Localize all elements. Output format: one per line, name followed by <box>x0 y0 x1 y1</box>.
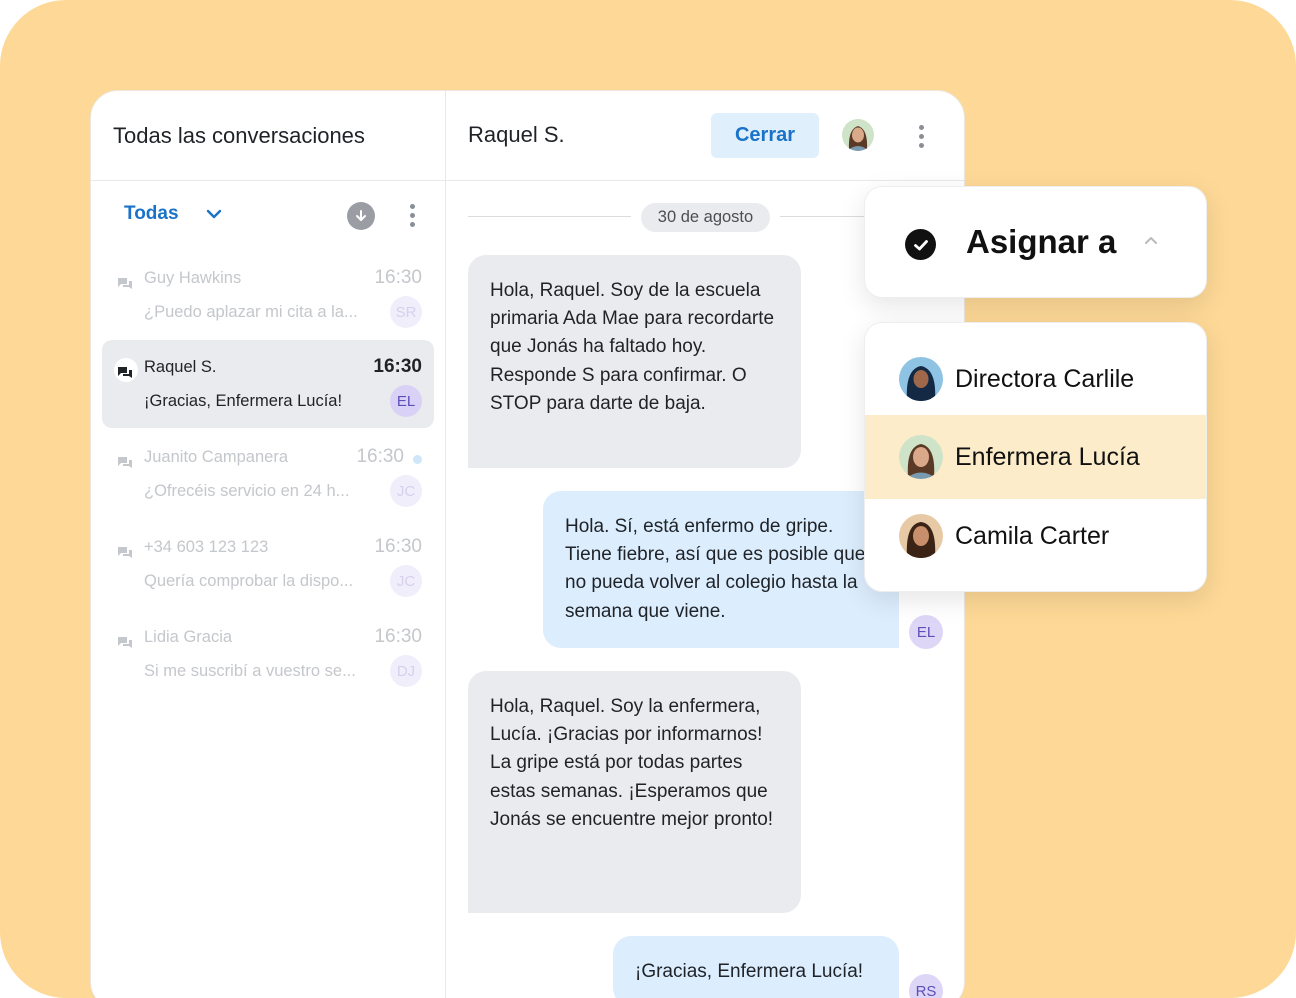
page-title: Todas las conversaciones <box>113 122 365 148</box>
assignee-option-selected[interactable]: Enfermera Lucía <box>865 415 1206 499</box>
avatar[interactable] <box>842 119 874 151</box>
conversation-preview: Quería comprobar la dispo... <box>144 572 354 590</box>
date-divider-line <box>780 216 870 217</box>
message-incoming: Hola, Raquel. Soy la enfermera, Lucía. ¡… <box>468 671 801 913</box>
conversation-item[interactable]: Guy Hawkins 16:30 ¿Puedo aplazar mi cita… <box>102 251 434 339</box>
assign-title: Asignar a <box>966 223 1117 260</box>
chat-title: Raquel S. <box>468 122 565 147</box>
chat-icon <box>118 457 132 468</box>
chat-icon <box>118 367 132 378</box>
conversation-name: Guy Hawkins <box>144 269 242 287</box>
assignee-badge: EL <box>390 385 422 417</box>
assignee-list: Directora Carlile Enfermera Lucía Camila… <box>864 322 1207 592</box>
chat-header: Raquel S. Cerrar <box>446 91 964 181</box>
conversation-name: Lidia Gracia <box>144 628 233 646</box>
assignee-name: Camila Carter <box>955 521 1110 550</box>
download-icon[interactable] <box>347 202 375 230</box>
assignee-option[interactable]: Camila Carter <box>865 494 1206 578</box>
message-incoming: Hola, Raquel. Soy de la escuela primaria… <box>468 255 801 468</box>
unread-indicator <box>413 455 422 464</box>
message-outgoing: ¡Gracias, Enfermera Lucía! <box>613 936 899 998</box>
conversation-preview: ¿Ofrecéis servicio en 24 h... <box>144 482 350 500</box>
chat-icon <box>118 278 132 289</box>
conversation-preview: ¿Puedo aplazar mi cita a la... <box>144 303 358 321</box>
assignee-badge: JC <box>390 565 422 597</box>
close-button[interactable]: Cerrar <box>711 113 819 158</box>
assignee-name: Directora Carlile <box>955 364 1135 393</box>
more-vert-icon[interactable] <box>918 125 924 148</box>
conversation-time: 16:30 <box>374 267 422 288</box>
conversation-list-pane: Todas las conversaciones Todas Guy Hawki… <box>91 91 446 998</box>
assignee-badge: DJ <box>390 655 422 687</box>
assignee-name: Enfermera Lucía <box>955 442 1140 471</box>
conversation-item[interactable]: Lidia Gracia 16:30 Si me suscribí a vues… <box>102 610 434 698</box>
check-circle-icon <box>905 229 936 260</box>
sender-badge: EL <box>909 615 943 649</box>
avatar <box>899 357 943 401</box>
avatar <box>899 435 943 479</box>
more-vert-icon[interactable] <box>409 204 415 227</box>
assignee-badge: SR <box>390 296 422 328</box>
conversation-name: +34 603 123 123 <box>144 538 269 556</box>
avatar <box>899 514 943 558</box>
message-outgoing: Hola. Sí, está enfermo de gripe. Tiene f… <box>543 491 899 648</box>
sender-badge: RS <box>909 974 943 998</box>
conversation-time: 16:30 <box>374 626 422 647</box>
inbox-window: Todas las conversaciones Todas Guy Hawki… <box>90 90 965 998</box>
date-divider: 30 de agosto <box>641 203 770 232</box>
chat-icon <box>118 547 132 558</box>
conversation-time: 16:30 <box>356 446 404 467</box>
chevron-down-icon[interactable] <box>204 204 224 224</box>
assign-dropdown-header[interactable]: Asignar a <box>864 186 1207 298</box>
date-divider-line <box>468 216 631 217</box>
chat-icon <box>118 637 132 648</box>
conversation-name: Raquel S. <box>144 358 217 376</box>
conversation-list-header: Todas las conversaciones <box>91 91 445 181</box>
chevron-up-icon[interactable] <box>1142 231 1160 249</box>
conversation-time: 16:30 <box>374 536 422 557</box>
conversation-item-active[interactable]: Raquel S. 16:30 ¡Gracias, Enfermera Lucí… <box>102 340 434 428</box>
conversation-item[interactable]: +34 603 123 123 16:30 Quería comprobar l… <box>102 520 434 608</box>
assignee-option[interactable]: Directora Carlile <box>865 337 1206 421</box>
conversation-time: 16:30 <box>373 356 422 377</box>
filter-dropdown[interactable]: Todas <box>124 203 179 225</box>
conversation-item[interactable]: Juanito Campanera 16:30 ¿Ofrecéis servic… <box>102 430 434 518</box>
assignee-badge: JC <box>390 475 422 507</box>
filter-row: Todas <box>91 181 446 251</box>
conversation-name: Juanito Campanera <box>144 448 289 466</box>
conversation-preview: Si me suscribí a vuestro se... <box>144 662 356 680</box>
conversation-preview: ¡Gracias, Enfermera Lucía! <box>144 392 343 410</box>
